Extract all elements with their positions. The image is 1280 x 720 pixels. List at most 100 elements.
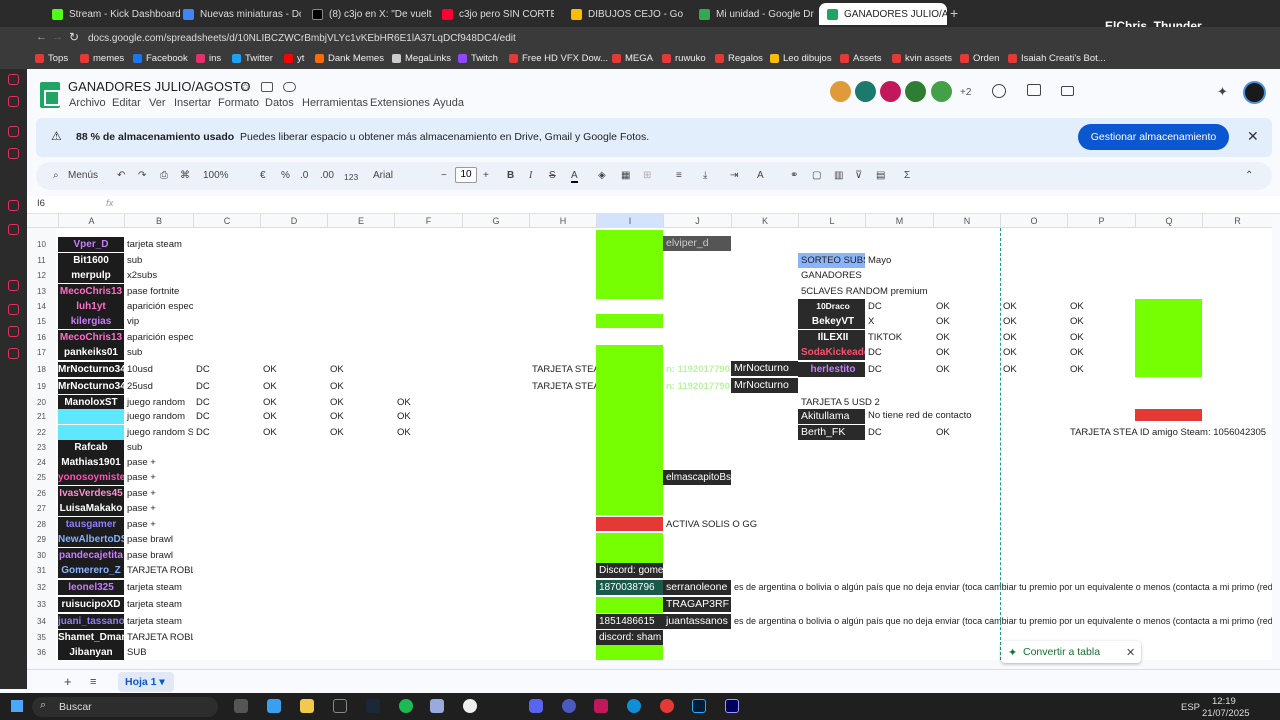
photoshop-icon[interactable] [692, 699, 706, 713]
cell-prize[interactable]: 10usd [124, 362, 193, 377]
row-header[interactable]: 27 [27, 501, 56, 516]
column-header[interactable]: O [1000, 214, 1067, 228]
cell-prize[interactable]: pase + [124, 470, 193, 485]
cell-status[interactable]: X [865, 314, 930, 329]
tab-drive[interactable]: Mi unidad - Google Drive [699, 3, 814, 25]
sidebar-app-icon[interactable] [8, 224, 19, 235]
new-tab-button[interactable]: + [950, 5, 958, 21]
row-header[interactable]: 30 [27, 548, 56, 563]
cell-status[interactable]: OK [933, 314, 998, 329]
collaborator-avatar[interactable] [905, 81, 926, 102]
cell-winner-name[interactable]: ruisucipoXD [58, 597, 124, 612]
tab-x[interactable]: (8) c3jo en X: "De vuelta [312, 3, 432, 25]
all-sheets-icon[interactable]: ≡ [90, 676, 96, 688]
align-vertical-icon[interactable]: ⤓ [703, 170, 707, 181]
cell-winner-name[interactable]: pandecajetita [58, 548, 124, 563]
bookmark-item[interactable]: Dank Memes [315, 53, 384, 64]
menu-formato[interactable]: Formato [218, 97, 259, 109]
column-header[interactable]: D [260, 214, 327, 228]
cell-prize[interactable]: aparición especial [124, 299, 193, 314]
comment-icon[interactable]: ▢ [812, 170, 821, 181]
merge-cells-icon[interactable]: ⊞ [643, 170, 651, 181]
row-header[interactable]: 36 [27, 645, 56, 660]
history-icon[interactable] [992, 84, 1006, 98]
column-header[interactable]: L [798, 214, 865, 228]
row-header[interactable]: 17 [27, 345, 56, 360]
cell-steam-id[interactable]: TARJETA STEA ID amigo Steam: 1056042305 [1067, 425, 1267, 440]
cell-prize[interactable]: tarjeta steam [124, 580, 193, 595]
premiere-icon[interactable] [725, 699, 739, 713]
cell-status[interactable]: OK [394, 395, 462, 410]
app-icon[interactable] [562, 699, 576, 713]
cell-status[interactable]: OK [260, 362, 327, 377]
cell-note[interactable]: es de argentina o bolivia o algún país q… [731, 614, 1272, 629]
cell-winner-name[interactable]: leonel325 [58, 580, 124, 595]
bookmark-item[interactable]: Twitter [232, 53, 273, 64]
menu-herramientas[interactable]: Herramientas [302, 97, 368, 109]
close-icon[interactable]: ✕ [1126, 646, 1135, 659]
row-header[interactable]: 19 [27, 379, 56, 394]
cell-prize[interactable]: x2subs [124, 268, 193, 283]
sidebar-app-icon[interactable] [8, 148, 19, 159]
cell-status[interactable]: DC [865, 425, 925, 440]
cell-prize[interactable]: pase brawl [124, 548, 193, 563]
row-header[interactable]: 35 [27, 630, 56, 645]
cell-sorteo-title[interactable]: SORTEO SUBS [798, 253, 865, 268]
cell-status[interactable]: OK [327, 395, 394, 410]
cell-status[interactable]: DC [193, 395, 260, 410]
bookmark-item[interactable]: Twitch [458, 53, 498, 64]
cell-status[interactable]: OK [1067, 345, 1132, 360]
cell-status[interactable]: OK [933, 345, 998, 360]
tab-youtube[interactable]: c3jo pero SIN CORTES! [442, 3, 554, 25]
row-header[interactable]: 12 [27, 268, 56, 283]
column-header[interactable]: R [1202, 214, 1272, 228]
menu-archivo[interactable]: Archivo [69, 97, 106, 109]
tab-ganadores[interactable]: GANADORES JULIO/AGO [819, 3, 947, 25]
cell-status[interactable]: OK [327, 409, 394, 424]
clock-date[interactable]: 21/07/2025 [1202, 708, 1250, 719]
bookmark-item[interactable]: ruwuko [662, 53, 706, 64]
cell-sorteo-winner[interactable]: 10Draco [798, 299, 865, 314]
font-size-decrease[interactable]: − [441, 170, 447, 181]
forward-icon[interactable]: → [52, 31, 63, 43]
copilot-icon[interactable] [267, 699, 281, 713]
row-header[interactable]: 25 [27, 470, 56, 485]
paint-format-icon[interactable]: ⌘ [180, 170, 190, 181]
cell-status[interactable]: OK [260, 425, 327, 440]
borders-icon[interactable]: ▦ [621, 170, 630, 181]
row-header[interactable]: 18 [27, 362, 56, 377]
column-header[interactable]: P [1067, 214, 1135, 228]
italic-icon[interactable]: I [529, 170, 532, 181]
column-header[interactable]: B [124, 214, 193, 228]
cell-note[interactable]: TARJETA STEA [529, 379, 596, 394]
bookmark-item[interactable]: Isaiah Creati's Bot... [1008, 53, 1106, 64]
chart-icon[interactable]: ▥ [834, 170, 843, 181]
sidebar-app-icon[interactable] [8, 326, 19, 337]
cell-name[interactable]: Akitullama [798, 409, 865, 424]
cell-note[interactable]: es de argentina o bolivia o algún país q… [731, 580, 1272, 595]
cell-winner-name[interactable]: Jibanyan [58, 645, 124, 660]
font-size-input[interactable]: 10 [455, 167, 477, 183]
faded-cell[interactable]: n: 1192017790 [663, 379, 731, 394]
column-header[interactable]: E [327, 214, 394, 228]
bookmark-item[interactable]: yt [284, 53, 304, 64]
row-header[interactable]: 31 [27, 563, 56, 578]
cell-sorteo-winner[interactable]: BekeyVT [798, 314, 865, 329]
row-header[interactable]: 16 [27, 330, 56, 345]
column-header[interactable]: G [462, 214, 529, 228]
row-header[interactable]: 24 [27, 455, 56, 470]
cell-status[interactable]: TIKTOK [865, 330, 930, 345]
bookmark-item[interactable]: Assets [840, 53, 882, 64]
column-header[interactable]: N [933, 214, 1000, 228]
column-header[interactable]: M [865, 214, 933, 228]
cell-ganadores[interactable]: GANADORES [798, 268, 878, 283]
cell-winner-name[interactable]: MrNocturno34 [58, 379, 124, 394]
cell-prize[interactable]: juego random [124, 395, 193, 410]
cell-winner-name[interactable]: Vper_D [58, 237, 124, 252]
cell-status[interactable]: DC [193, 362, 260, 377]
cell-prize[interactable]: TARJETA ROBLOX [124, 563, 193, 578]
bookmark-item[interactable]: MegaLinks [392, 53, 451, 64]
cell-status[interactable]: OK [1067, 299, 1132, 314]
row-header[interactable]: 10 [27, 237, 56, 252]
sidebar-app-icon[interactable] [8, 304, 19, 315]
